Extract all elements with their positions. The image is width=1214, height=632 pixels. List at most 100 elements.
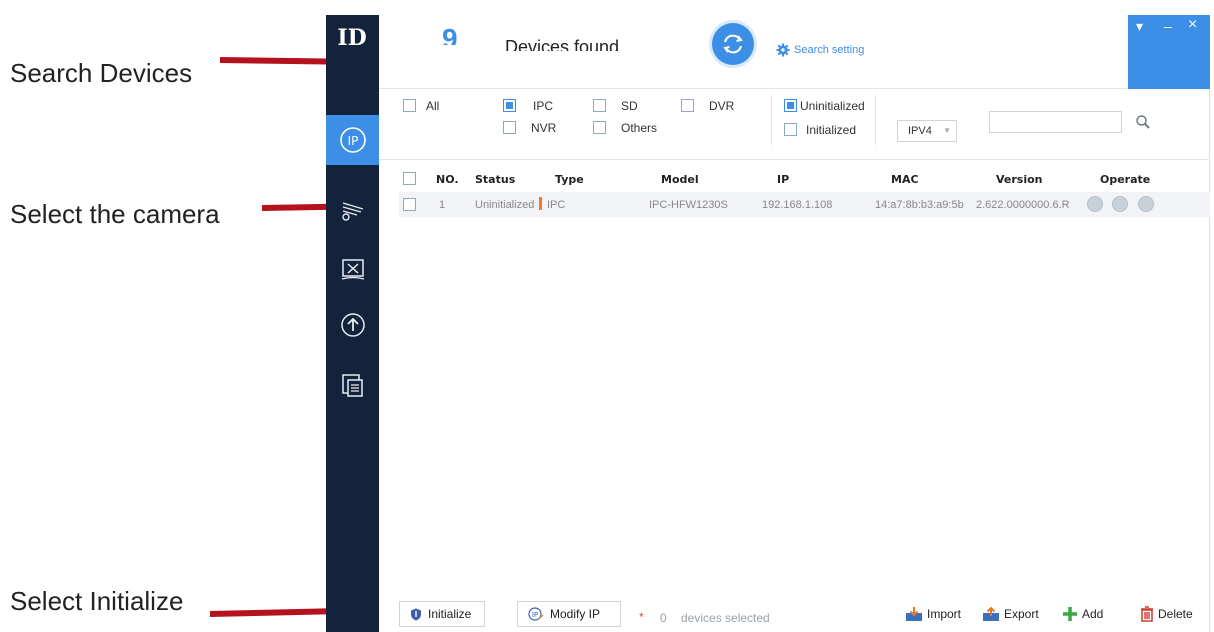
- select-all-checkbox[interactable]: [403, 172, 416, 185]
- plus-icon: [1063, 607, 1077, 621]
- initialize-button[interactable]: Initialize: [399, 601, 485, 627]
- nav-documents[interactable]: [326, 360, 379, 410]
- filter-divider: [771, 95, 772, 145]
- sidebar: ID IP: [326, 15, 379, 632]
- export-icon: [983, 606, 999, 621]
- search-setting-link[interactable]: Search setting: [776, 43, 864, 57]
- filter-dvr-checkbox[interactable]: [681, 99, 694, 112]
- window-controls: ▾ – ×: [1128, 15, 1210, 89]
- shield-icon: [411, 608, 421, 620]
- cell-mac: 14:a7:8b:b3:a9:5b: [875, 199, 964, 211]
- type-marker: [539, 197, 542, 210]
- devices-found-label: Devices found: [505, 37, 620, 51]
- ip-version-select[interactable]: IPV4 ▼: [897, 120, 957, 142]
- import-button[interactable]: Import: [905, 606, 961, 622]
- filter-nvr-label: NVR: [531, 121, 557, 135]
- selected-count: 0: [660, 611, 667, 625]
- document-icon: [341, 374, 363, 397]
- delete-button[interactable]: Delete: [1140, 606, 1193, 622]
- filter-others-checkbox[interactable]: [593, 121, 606, 134]
- cell-ip: 192.168.1.108: [762, 199, 833, 211]
- nav-upgrade[interactable]: [326, 300, 379, 350]
- initialize-label: Initialize: [428, 607, 472, 621]
- add-label: Add: [1082, 607, 1104, 621]
- modify-ip-button[interactable]: IP Modify IP: [517, 601, 621, 627]
- filter-sd-label: SD: [621, 99, 638, 113]
- filter-sd-checkbox[interactable]: [593, 99, 606, 112]
- trash-icon: [1141, 606, 1153, 622]
- footer-toolbar: Initialize IP Modify IP * 0 devices sele…: [379, 601, 1210, 632]
- chevron-down-icon: ▼: [943, 126, 951, 135]
- filter-initialized-label: Initialized: [806, 123, 857, 137]
- filter-all-label: All: [426, 99, 440, 113]
- table-row[interactable]: 1 Uninitialized IPC IPC-HFW1230S 192.168…: [399, 192, 1210, 217]
- annotation-select-camera: Select the camera: [10, 199, 220, 229]
- config-tool-window: ID IP 9 Devices found Search setting ▾ –…: [326, 15, 1210, 632]
- col-status: Status: [475, 173, 516, 186]
- filter-divider-2: [875, 95, 876, 145]
- required-star: *: [639, 610, 644, 624]
- row-checkbox[interactable]: [403, 198, 416, 211]
- ip-edit-icon: IP: [528, 607, 544, 621]
- main-panel: 9 Devices found Search setting ▾ – × All…: [379, 15, 1210, 632]
- app-logo: ID: [337, 25, 367, 51]
- annotation-select-initialize: Select Initialize: [10, 586, 184, 616]
- minimize-button[interactable]: –: [1164, 18, 1172, 34]
- details-icon[interactable]: [1138, 196, 1154, 212]
- filter-ipc-checkbox[interactable]: [503, 99, 516, 112]
- svg-text:IP: IP: [532, 611, 538, 619]
- close-button[interactable]: ×: [1188, 16, 1197, 34]
- svg-text:IP: IP: [347, 134, 358, 148]
- nav-modify-ip[interactable]: IP: [326, 115, 379, 165]
- cell-status: Uninitialized: [475, 199, 535, 211]
- filter-initialized-checkbox[interactable]: [784, 123, 797, 136]
- search-button[interactable]: [1135, 114, 1151, 135]
- export-button[interactable]: Export: [982, 606, 1039, 622]
- upgrade-icon: [340, 313, 365, 337]
- table-header: NO. Status Type Model IP MAC Version Ope…: [379, 159, 1210, 191]
- col-model: Model: [661, 173, 699, 186]
- cell-model: IPC-HFW1230S: [649, 199, 728, 211]
- filter-ipc-label: IPC: [533, 99, 554, 113]
- header-bar: 9 Devices found Search setting ▾ – ×: [379, 15, 1210, 89]
- ip-version-value: IPV4: [908, 125, 932, 137]
- settings-monitor-icon: [341, 202, 363, 221]
- filter-dvr-label: DVR: [709, 99, 735, 113]
- export-label: Export: [1004, 607, 1039, 621]
- nav-device-tools[interactable]: [326, 245, 379, 295]
- search-input[interactable]: [989, 111, 1122, 133]
- col-version: Version: [996, 173, 1043, 186]
- col-ip: IP: [777, 173, 790, 186]
- import-label: Import: [927, 607, 962, 621]
- add-button[interactable]: Add: [1062, 606, 1103, 622]
- col-mac: MAC: [891, 173, 919, 186]
- filter-others-label: Others: [621, 121, 658, 135]
- filter-all-checkbox[interactable]: [403, 99, 416, 112]
- col-no: NO.: [436, 173, 459, 186]
- refresh-icon: [723, 34, 743, 54]
- search-devices-button[interactable]: [712, 23, 754, 65]
- tools-icon: [341, 259, 364, 280]
- filter-nvr-checkbox[interactable]: [503, 121, 516, 134]
- import-icon: [906, 607, 922, 621]
- filter-uninitialized-label: Uninitialized: [800, 99, 865, 113]
- ip-icon: IP: [339, 127, 366, 153]
- search-icon: [1136, 115, 1150, 129]
- device-count: 9: [442, 25, 458, 45]
- filter-uninitialized-checkbox[interactable]: [784, 99, 797, 112]
- nav-system-settings[interactable]: [326, 185, 379, 235]
- cell-version: 2.622.0000000.6.R: [976, 199, 1070, 211]
- menu-dropdown-icon[interactable]: ▾: [1136, 18, 1143, 35]
- gear-icon: [776, 43, 790, 57]
- annotation-search-devices: Search Devices: [10, 58, 193, 88]
- cell-type: IPC: [547, 199, 566, 211]
- col-operate: Operate: [1100, 173, 1151, 186]
- modify-ip-label: Modify IP: [550, 607, 601, 621]
- web-login-icon[interactable]: [1112, 196, 1128, 212]
- search-setting-label: Search setting: [794, 44, 865, 56]
- edit-icon[interactable]: [1087, 196, 1103, 212]
- col-type: Type: [555, 173, 584, 186]
- selected-label: devices selected: [681, 611, 770, 625]
- cell-no: 1: [439, 199, 446, 211]
- delete-label: Delete: [1158, 607, 1193, 621]
